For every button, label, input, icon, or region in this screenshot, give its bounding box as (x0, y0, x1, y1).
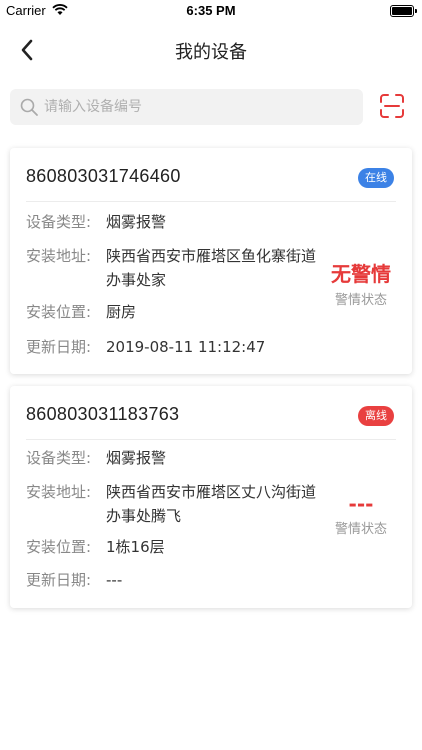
device-id: 860803031183763 (26, 404, 180, 424)
alarm-status-label: 警情状态 (334, 522, 387, 537)
page-title: 我的设备 (175, 42, 247, 63)
card-header: 860803031746460 在线 (26, 148, 396, 202)
search-row (10, 89, 412, 125)
clock: 6:35 PM (186, 3, 236, 18)
device-type-value: 烟雾报警 (106, 449, 167, 467)
alarm-status: --- 警情状态 (326, 492, 396, 537)
update-date-label: 更新日期: (26, 571, 92, 589)
install-address-label: 安装地址: (26, 247, 92, 265)
alarm-status-value: 无警情 (331, 262, 391, 286)
status-bar: Carrier 6:35 PM (0, 0, 422, 22)
search-icon (20, 98, 38, 116)
install-address-value: 陕西省西安市雁塔区鱼化寨街道办事处家 (106, 247, 317, 289)
device-card[interactable]: 860803031183763 离线 设备类型: 烟雾报警 安装地址: 陕西省西… (10, 386, 412, 608)
device-type-value: 烟雾报警 (106, 213, 167, 231)
install-address-value: 陕西省西安市雁塔区丈八沟街道办事处腾飞 (106, 483, 317, 525)
install-location-value: 1栋16层 (106, 538, 165, 556)
navigation-bar: 我的设备 (0, 22, 422, 78)
update-date-value: 2019-08-11 11:12:47 (106, 338, 266, 356)
install-location-value: 厨房 (106, 303, 137, 321)
device-id: 860803031746460 (26, 166, 181, 186)
device-type-label: 设备类型: (26, 449, 92, 467)
install-location-label: 安装位置: (26, 303, 92, 321)
card-header: 860803031183763 离线 (26, 386, 396, 440)
install-location-label: 安装位置: (26, 538, 92, 556)
update-date-value: --- (106, 571, 123, 589)
device-type-label: 设备类型: (26, 213, 92, 231)
install-address-label: 安装地址: (26, 483, 92, 501)
status-badge: 离线 (358, 406, 394, 426)
alarm-status: 无警情 警情状态 (326, 258, 396, 308)
status-badge: 在线 (358, 168, 394, 188)
alarm-status-value: --- (348, 492, 374, 516)
device-card[interactable]: 860803031746460 在线 设备类型: 烟雾报警 安装地址: 陕西省西… (10, 148, 412, 374)
alarm-status-label: 警情状态 (334, 293, 387, 308)
search-input[interactable] (44, 89, 354, 125)
battery-icon (390, 5, 417, 17)
scan-icon[interactable] (378, 92, 406, 120)
update-date-label: 更新日期: (26, 338, 92, 356)
search-box[interactable] (10, 89, 363, 125)
